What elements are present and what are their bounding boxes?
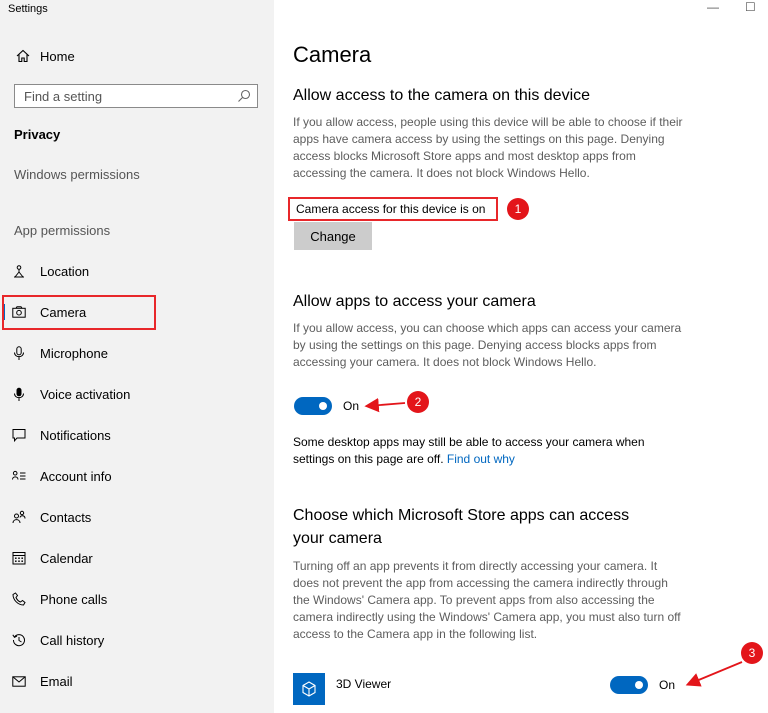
arrow-3	[685, 661, 743, 687]
arrow-2	[364, 397, 406, 413]
annotation-arrows	[364, 397, 743, 687]
